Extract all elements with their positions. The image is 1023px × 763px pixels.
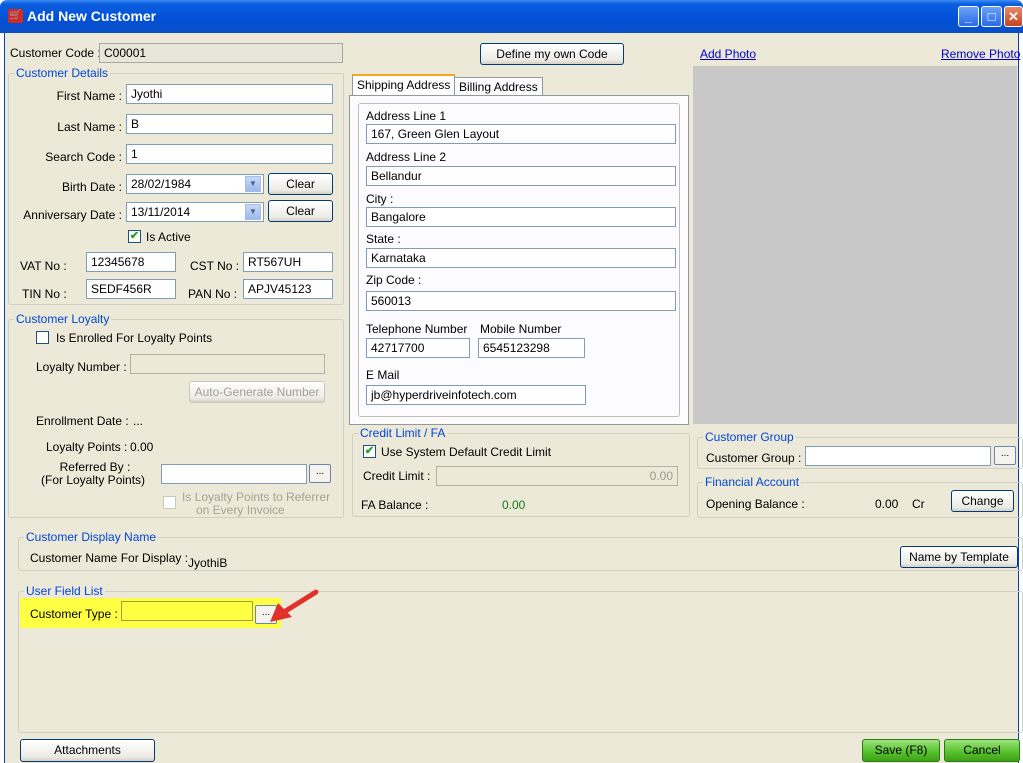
- display-name-title: Customer Display Name: [24, 530, 159, 544]
- credit-limit-label: Credit Limit :: [363, 469, 431, 483]
- cart-icon: 🛒: [8, 9, 23, 23]
- loyalty-points-value: 0.00: [130, 440, 154, 454]
- referred-by-sublabel: (For Loyalty Points): [41, 473, 146, 487]
- default-credit-label: Use System Default Credit Limit: [381, 445, 552, 459]
- search-code-label: Search Code :: [45, 150, 122, 164]
- loyalty-enrolled-checkbox[interactable]: [36, 331, 49, 344]
- tin-input[interactable]: SEDF456R: [86, 279, 176, 299]
- vat-label: VAT No :: [20, 259, 67, 273]
- referred-by-input[interactable]: [161, 464, 307, 484]
- anniversary-date-clear-button[interactable]: Clear: [268, 200, 333, 222]
- customer-group-label: Customer Group :: [706, 451, 802, 465]
- telephone-input[interactable]: 42717700: [366, 338, 470, 358]
- tin-label: TIN No :: [22, 287, 67, 301]
- fa-balance-value: 0.00: [502, 498, 526, 512]
- name-by-template-button[interactable]: Name by Template: [900, 546, 1018, 568]
- referrer-points-label: Is Loyalty Points to Referrer: [182, 490, 331, 504]
- anniversary-date-label: Anniversary Date :: [23, 208, 122, 222]
- is-active-checkbox[interactable]: ✔: [128, 230, 141, 243]
- add-photo-link[interactable]: Add Photo: [700, 47, 756, 61]
- display-name-label: Customer Name For Display :: [30, 551, 189, 565]
- display-name-value: JyothiB: [188, 556, 228, 570]
- loyalty-number-label: Loyalty Number :: [36, 360, 127, 374]
- search-code-input[interactable]: 1: [126, 144, 333, 164]
- loyalty-enrolled-label: Is Enrolled For Loyalty Points: [56, 331, 213, 345]
- user-field-list-title: User Field List: [24, 584, 105, 598]
- address-line1-input[interactable]: 167, Green Glen Layout: [366, 124, 676, 144]
- referrer-points-sublabel: on Every Invoice: [196, 503, 285, 517]
- window-title: Add New Customer: [27, 8, 157, 24]
- address-line2-label: Address Line 2: [366, 150, 447, 164]
- financial-account-title: Financial Account: [703, 475, 802, 489]
- birth-date-label: Birth Date :: [61, 180, 122, 194]
- credit-limit-title: Credit Limit / FA: [358, 426, 448, 440]
- customer-type-input[interactable]: [121, 601, 253, 621]
- save-button[interactable]: Save (F8): [862, 739, 940, 762]
- vat-input[interactable]: 12345678: [86, 252, 176, 272]
- address-line2-input[interactable]: Bellandur: [366, 166, 676, 186]
- birth-date-dropdown-icon[interactable]: ▼: [245, 176, 261, 192]
- cancel-button[interactable]: Cancel: [944, 739, 1020, 762]
- change-balance-button[interactable]: Change: [951, 490, 1014, 512]
- close-button[interactable]: ✕: [1004, 6, 1023, 27]
- state-input[interactable]: Karnataka: [366, 248, 676, 268]
- attachments-button[interactable]: Attachments: [20, 739, 155, 762]
- opening-balance-label: Opening Balance :: [706, 497, 805, 511]
- loyalty-number-input[interactable]: [130, 354, 325, 374]
- enrollment-date-label: Enrollment Date :: [36, 414, 129, 428]
- remove-photo-link[interactable]: Remove Photo: [941, 47, 1020, 61]
- anniversary-date-dropdown-icon[interactable]: ▼: [245, 204, 261, 220]
- telephone-label: Telephone Number: [366, 322, 468, 336]
- referred-by-label: Referred By :: [59, 460, 131, 474]
- fa-balance-label: FA Balance :: [361, 498, 429, 512]
- mobile-input[interactable]: 6545123298: [478, 338, 585, 358]
- cst-input[interactable]: RT567UH: [243, 252, 333, 272]
- cst-label: CST No :: [190, 259, 240, 273]
- is-active-label: Is Active: [146, 230, 191, 244]
- anniversary-date-input[interactable]: 13/11/2014: [126, 202, 264, 222]
- define-code-button[interactable]: Define my own Code: [480, 43, 624, 65]
- default-credit-checkbox[interactable]: ✔: [363, 445, 376, 458]
- opening-balance-value: 0.00: [875, 497, 899, 511]
- pan-label: PAN No :: [188, 287, 238, 301]
- opening-balance-unit: Cr: [912, 497, 925, 511]
- email-label: E Mail: [366, 368, 400, 382]
- mobile-label: Mobile Number: [480, 322, 562, 336]
- customer-type-label: Customer Type :: [30, 607, 118, 621]
- pan-input[interactable]: APJV45123: [243, 279, 333, 299]
- referrer-points-checkbox[interactable]: [163, 496, 176, 509]
- customer-loyalty-title: Customer Loyalty: [14, 312, 112, 326]
- city-input[interactable]: Bangalore: [366, 207, 676, 227]
- customer-group-browse-button[interactable]: ...: [994, 446, 1016, 465]
- minimize-button[interactable]: _: [958, 6, 979, 27]
- zip-code-label: Zip Code :: [366, 273, 422, 287]
- customer-code-label: Customer Code :: [10, 46, 101, 60]
- customer-group-title: Customer Group: [703, 430, 796, 444]
- customer-details-title: Customer Details: [14, 66, 111, 80]
- last-name-label: Last Name :: [57, 120, 122, 134]
- tab-billing-address[interactable]: Billing Address: [454, 77, 543, 96]
- maximize-button[interactable]: □: [981, 6, 1002, 27]
- loyalty-points-label: Loyalty Points :: [46, 440, 128, 454]
- credit-limit-input[interactable]: 0.00: [436, 466, 678, 486]
- first-name-input[interactable]: Jyothi: [126, 84, 333, 104]
- birth-date-input[interactable]: 28/02/1984: [126, 174, 264, 194]
- auto-generate-number-button[interactable]: Auto-Generate Number: [189, 381, 325, 403]
- email-input[interactable]: jb@hyperdriveinfotech.com: [366, 385, 586, 405]
- first-name-label: First Name :: [56, 89, 122, 103]
- enrollment-date-value: ...: [133, 414, 144, 428]
- last-name-input[interactable]: B: [126, 114, 333, 134]
- city-label: City :: [366, 192, 394, 206]
- address-line1-label: Address Line 1: [366, 109, 447, 123]
- tab-shipping-address[interactable]: Shipping Address: [352, 74, 456, 96]
- referred-by-browse-button[interactable]: ...: [309, 464, 331, 483]
- state-label: State :: [366, 232, 401, 246]
- annotation-arrow-icon: [270, 589, 319, 622]
- customer-group-input[interactable]: [805, 446, 991, 466]
- photo-area[interactable]: [693, 66, 1017, 424]
- zip-code-input[interactable]: 560013: [366, 291, 676, 311]
- customer-code-field: C00001: [99, 43, 343, 63]
- birth-date-clear-button[interactable]: Clear: [268, 173, 333, 195]
